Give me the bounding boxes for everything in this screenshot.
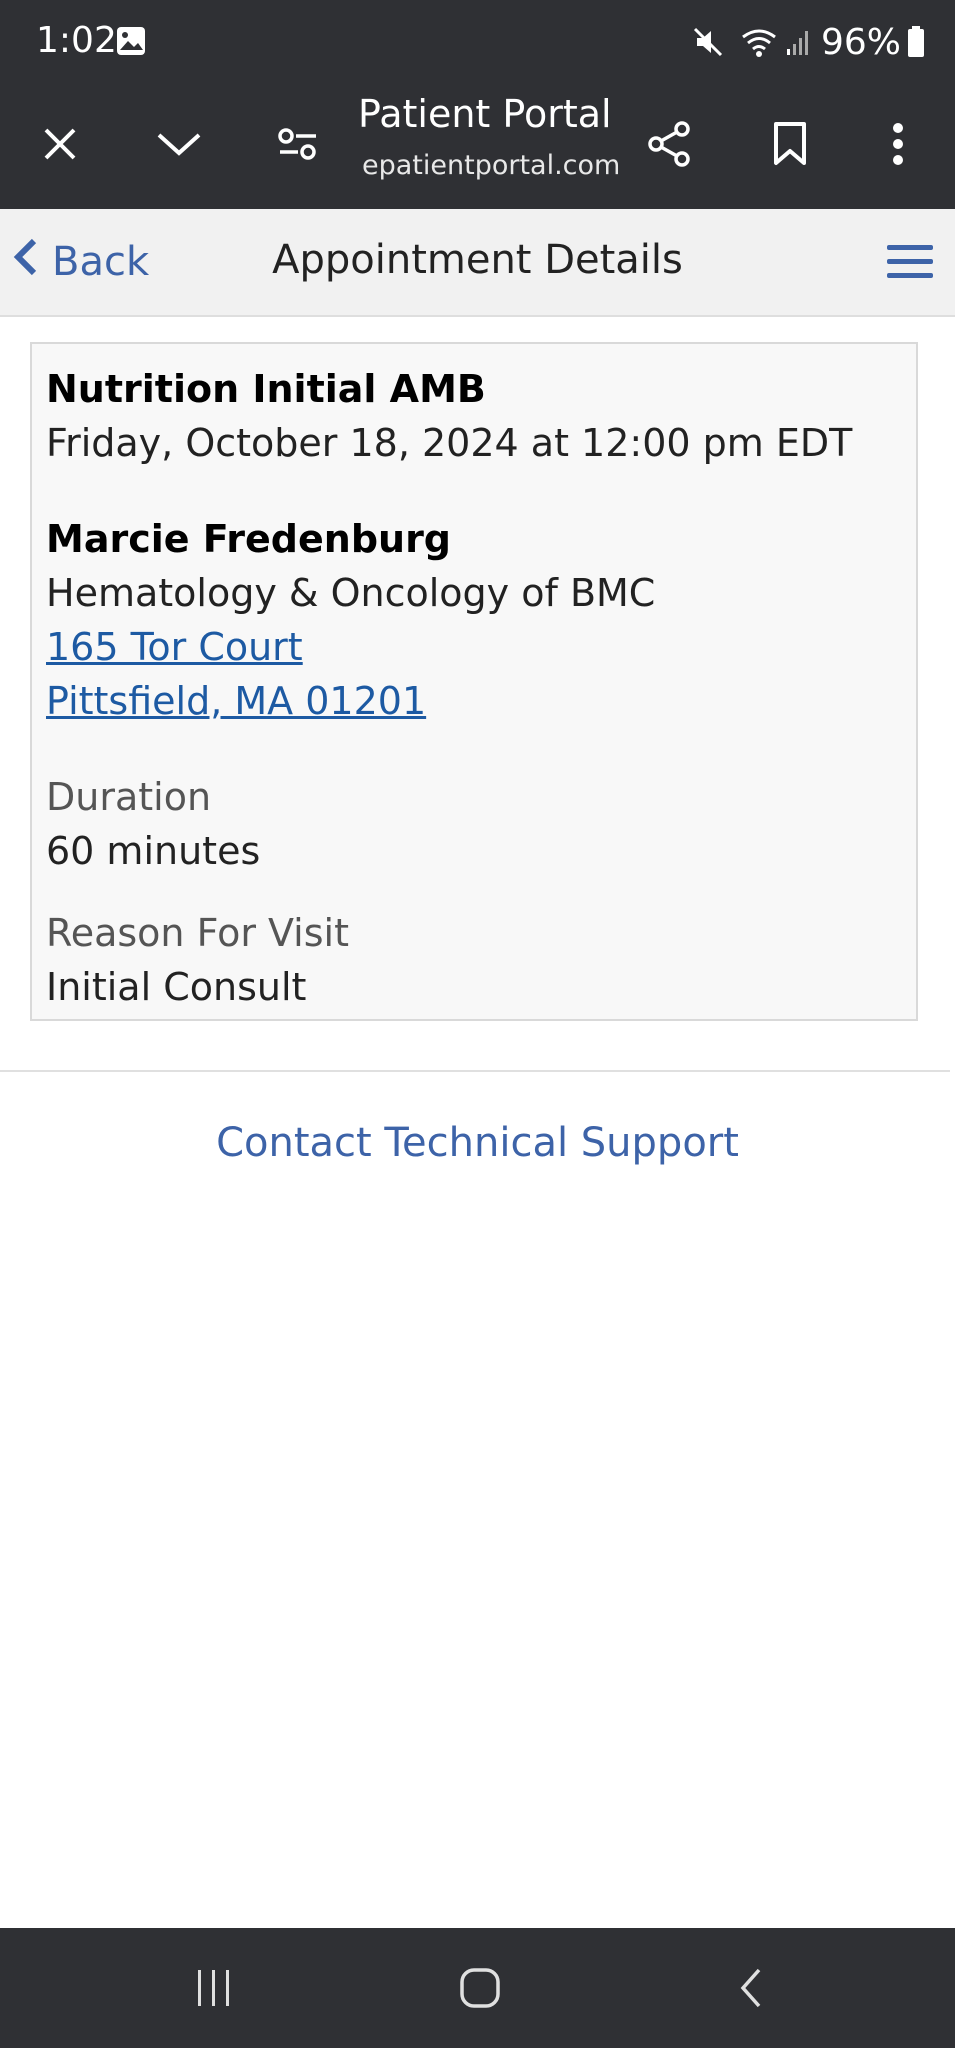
- appointment-datetime: Friday, October 18, 2024 at 12:00 pm EDT: [46, 421, 853, 465]
- recents-icon[interactable]: [184, 1958, 244, 2018]
- browser-page-title[interactable]: Patient Portal: [358, 92, 612, 136]
- settings-sliders-icon[interactable]: [268, 114, 328, 174]
- share-icon[interactable]: [640, 114, 700, 174]
- reason-value: Initial Consult: [46, 965, 307, 1009]
- duration-label: Duration: [46, 775, 212, 819]
- status-bar: 1:02 96%: [0, 0, 955, 84]
- chevron-down-icon[interactable]: [149, 114, 209, 174]
- battery-icon: [907, 26, 925, 58]
- gallery-icon: [116, 26, 146, 56]
- address-line1-link[interactable]: 165 Tor Court: [46, 625, 303, 669]
- duration-value: 60 minutes: [46, 829, 261, 873]
- signal-icon: [785, 27, 813, 57]
- divider: [0, 1070, 950, 1072]
- bookmark-icon[interactable]: [760, 114, 820, 174]
- home-icon[interactable]: [450, 1958, 510, 2018]
- battery-level: 96%: [820, 21, 901, 63]
- page-header: Appointment Details Back: [0, 209, 955, 317]
- address-line2-link[interactable]: Pittsfield, MA 01201: [46, 679, 426, 723]
- browser-url[interactable]: epatientportal.com: [362, 150, 620, 181]
- wifi-icon: [739, 25, 779, 59]
- close-icon[interactable]: [30, 114, 90, 174]
- contact-support-link[interactable]: Contact Technical Support: [0, 1120, 955, 1166]
- hamburger-menu-icon[interactable]: [887, 243, 933, 285]
- provider-name: Marcie Fredenburg: [46, 517, 452, 561]
- appointment-type: Nutrition Initial AMB: [46, 367, 486, 411]
- browser-toolbar: Patient Portal epatientportal.com: [0, 84, 955, 209]
- back-button[interactable]: Back: [12, 237, 149, 287]
- mute-icon: [691, 25, 725, 59]
- more-vertical-icon[interactable]: [868, 114, 928, 174]
- reason-label: Reason For Visit: [46, 911, 349, 955]
- chevron-left-icon: [12, 237, 52, 287]
- back-icon[interactable]: [720, 1958, 780, 2018]
- back-label: Back: [52, 239, 150, 285]
- department-name: Hematology & Oncology of BMC: [46, 571, 656, 615]
- status-time: 1:02: [36, 20, 117, 61]
- system-nav-bar: [0, 1928, 955, 2048]
- appointment-card: Nutrition Initial AMB Friday, October 18…: [30, 342, 918, 1021]
